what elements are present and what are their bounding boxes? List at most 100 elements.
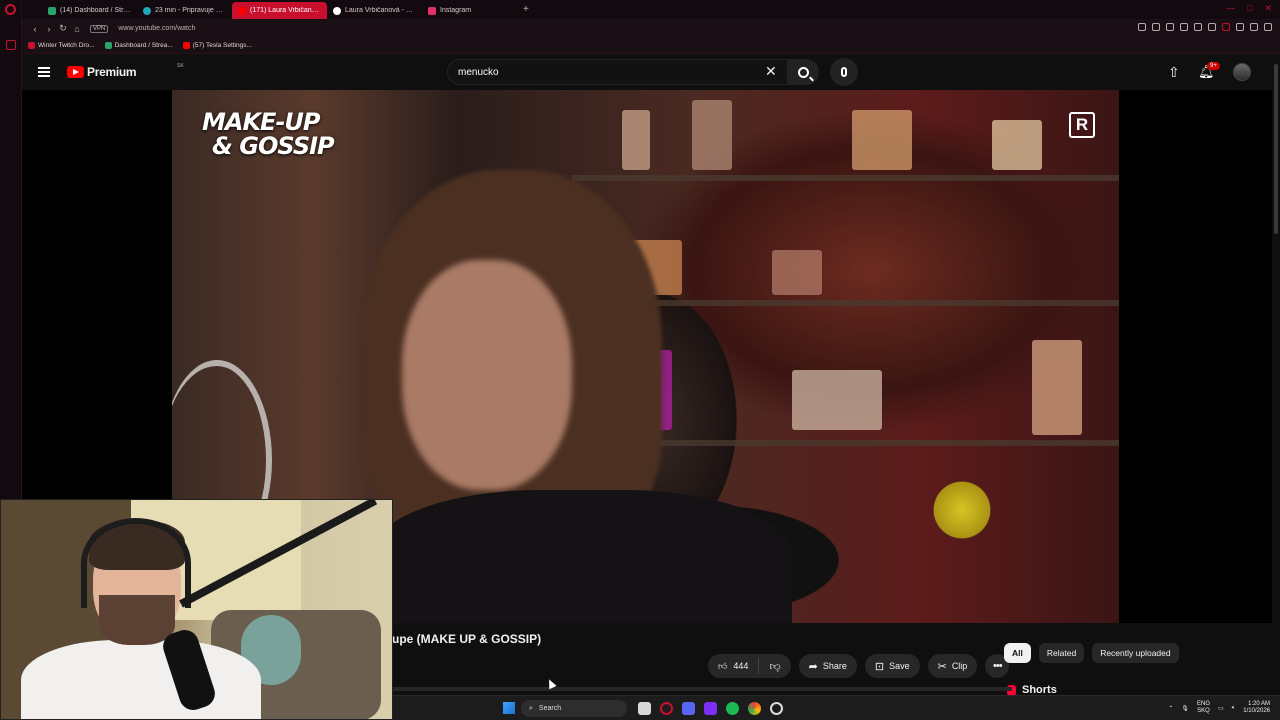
save-label: Save	[889, 661, 910, 671]
menu-icon[interactable]	[1264, 23, 1272, 31]
tray-chevron-icon[interactable]: ⌃	[1168, 705, 1173, 712]
tab-favicon	[48, 6, 56, 15]
lang-line1: ENG	[1197, 701, 1211, 707]
tab-favicon	[143, 6, 151, 15]
player-icon[interactable]	[1194, 23, 1202, 31]
taskbar-search[interactable]: ⌕ Search	[521, 700, 627, 717]
search-button[interactable]	[787, 59, 819, 85]
page-scrollbar[interactable]	[1272, 54, 1280, 695]
share-button[interactable]: ➦ Share	[798, 654, 857, 678]
clip-label: Clip	[951, 661, 968, 671]
opera-gx-icon[interactable]	[660, 702, 673, 715]
shield-icon[interactable]	[1180, 23, 1188, 31]
app-icon[interactable]	[704, 702, 717, 715]
voice-search-button[interactable]	[830, 58, 858, 86]
avatar[interactable]	[1233, 63, 1251, 81]
home-icon[interactable]: ⌂	[70, 24, 84, 34]
language-indicator[interactable]: ENG SKQ	[1197, 701, 1210, 715]
discord-icon[interactable]	[682, 702, 695, 715]
chip-related[interactable]: Related	[1038, 643, 1085, 663]
taskbar-search-label: Search	[538, 705, 562, 712]
upload-icon[interactable]: ⇧	[1168, 64, 1180, 81]
clock[interactable]: 1:20 AM 1/10/2026	[1243, 701, 1270, 715]
search-icon	[797, 66, 809, 78]
bookmark-favicon	[104, 42, 112, 49]
logo-text: Premium	[87, 65, 137, 79]
tab-instagram[interactable]: Instagram	[422, 2, 517, 19]
product-bottle	[852, 110, 912, 170]
show-logo-line2: & GOSSIP	[212, 132, 335, 160]
sidebar-pin-icon[interactable]	[6, 40, 16, 50]
save-button[interactable]: ⊡ Save	[864, 654, 920, 678]
volume-icon[interactable]: 🔈︎	[1232, 705, 1236, 712]
tab-label: (14) Dashboard / Streamla	[60, 7, 131, 14]
save-icon: ⊡	[874, 660, 885, 673]
zoom-icon[interactable]	[1138, 23, 1146, 31]
shelf	[572, 175, 1119, 181]
new-tab-button[interactable]: +	[523, 4, 529, 15]
task-view-icon[interactable]	[638, 702, 651, 715]
chip-all[interactable]: All	[1004, 643, 1031, 663]
dislike-button[interactable]: 👎︎	[759, 660, 790, 673]
headset	[81, 518, 191, 608]
openai-icon[interactable]	[770, 702, 783, 715]
spotify-icon[interactable]	[726, 702, 739, 715]
share-icon: ➦	[808, 660, 818, 673]
shelf	[592, 440, 1119, 446]
like-button[interactable]: 👍︎ 444	[708, 658, 760, 674]
snapshot-icon[interactable]	[1166, 23, 1174, 31]
microphone-icon	[841, 67, 847, 77]
bookmark-twitch[interactable]: Winter Twitch Dro...	[28, 42, 95, 49]
tab-google-search[interactable]: Laura Vrbičanová - Hľada	[327, 2, 422, 19]
product-bottle	[622, 110, 650, 170]
product-bottle	[792, 370, 882, 430]
network-icon[interactable]: ▭	[1218, 705, 1224, 712]
bookmark-tesla[interactable]: (57) Tesla Settings...	[182, 42, 252, 49]
youtube-logo[interactable]: Premium SK	[67, 63, 184, 79]
share-label: Share	[822, 661, 847, 671]
bookmarks-bar: Winter Twitch Dro... Dashboard / Strea..…	[22, 38, 1280, 54]
start-button-icon[interactable]	[503, 702, 515, 714]
maximize-icon[interactable]: □	[1247, 3, 1252, 14]
back-icon[interactable]: ‹	[28, 24, 42, 34]
reload-icon[interactable]: ↻	[56, 23, 70, 34]
minimize-icon[interactable]: —	[1226, 3, 1235, 14]
extension-red-icon[interactable]	[1222, 23, 1230, 31]
windows-taskbar: ⌕ Search ⌃ 🎙︎ ENG SKQ ▭ 🔈︎ 1:20 AM 1/10/202…	[393, 695, 1280, 720]
clear-search-icon[interactable]: ✕	[765, 63, 777, 80]
scrollbar-thumb[interactable]	[1274, 64, 1278, 234]
chrome-icon[interactable]	[748, 702, 761, 715]
clip-button[interactable]: ✂ Clip	[927, 654, 978, 678]
bookmark-icon[interactable]	[1152, 23, 1160, 31]
extensions-icon[interactable]	[1236, 23, 1244, 31]
bookmark-label: Dashboard / Strea...	[114, 42, 173, 49]
opera-logo-icon[interactable]	[5, 4, 16, 15]
tab-youtube-active[interactable]: (171) Laura Vrbičanová -	[232, 2, 327, 19]
time: 1:20 AM	[1247, 701, 1270, 707]
bookmark-favicon	[28, 42, 35, 49]
chip-recently-uploaded[interactable]: Recently uploaded	[1092, 643, 1179, 663]
search-input[interactable]: menucko	[447, 59, 797, 85]
youtube-play-icon	[67, 66, 84, 78]
download-icon[interactable]	[1250, 23, 1258, 31]
url-field[interactable]: www.youtube.com/watch	[118, 25, 195, 32]
product-bottle	[692, 100, 732, 170]
bookmark-label: Winter Twitch Dro...	[38, 42, 95, 49]
window-controls: — □ ✕	[1226, 3, 1272, 14]
screen: (14) Dashboard / Streamla 23 min - Pripr…	[0, 0, 1280, 720]
search-icon: ⌕	[529, 704, 533, 712]
close-window-icon[interactable]: ✕	[1264, 3, 1272, 14]
description-bar	[392, 687, 1012, 691]
heart-icon[interactable]	[1208, 23, 1216, 31]
vpn-badge[interactable]: VPN	[90, 24, 109, 33]
date: 1/10/2026	[1243, 708, 1270, 714]
bookmark-dashboard[interactable]: Dashboard / Strea...	[104, 42, 173, 49]
hamburger-menu-icon[interactable]	[38, 67, 50, 77]
channel-watermark: R	[1069, 112, 1095, 138]
tab-dashboard[interactable]: (14) Dashboard / Streamla	[42, 2, 137, 19]
forward-icon[interactable]: ›	[42, 24, 56, 34]
like-count: 444	[733, 661, 749, 671]
tab-label: Instagram	[440, 7, 472, 14]
tab-pripravuje[interactable]: 23 min - Pripravuje sa | W	[137, 2, 232, 19]
tray-mic-icon[interactable]: 🎙︎	[1181, 705, 1189, 712]
